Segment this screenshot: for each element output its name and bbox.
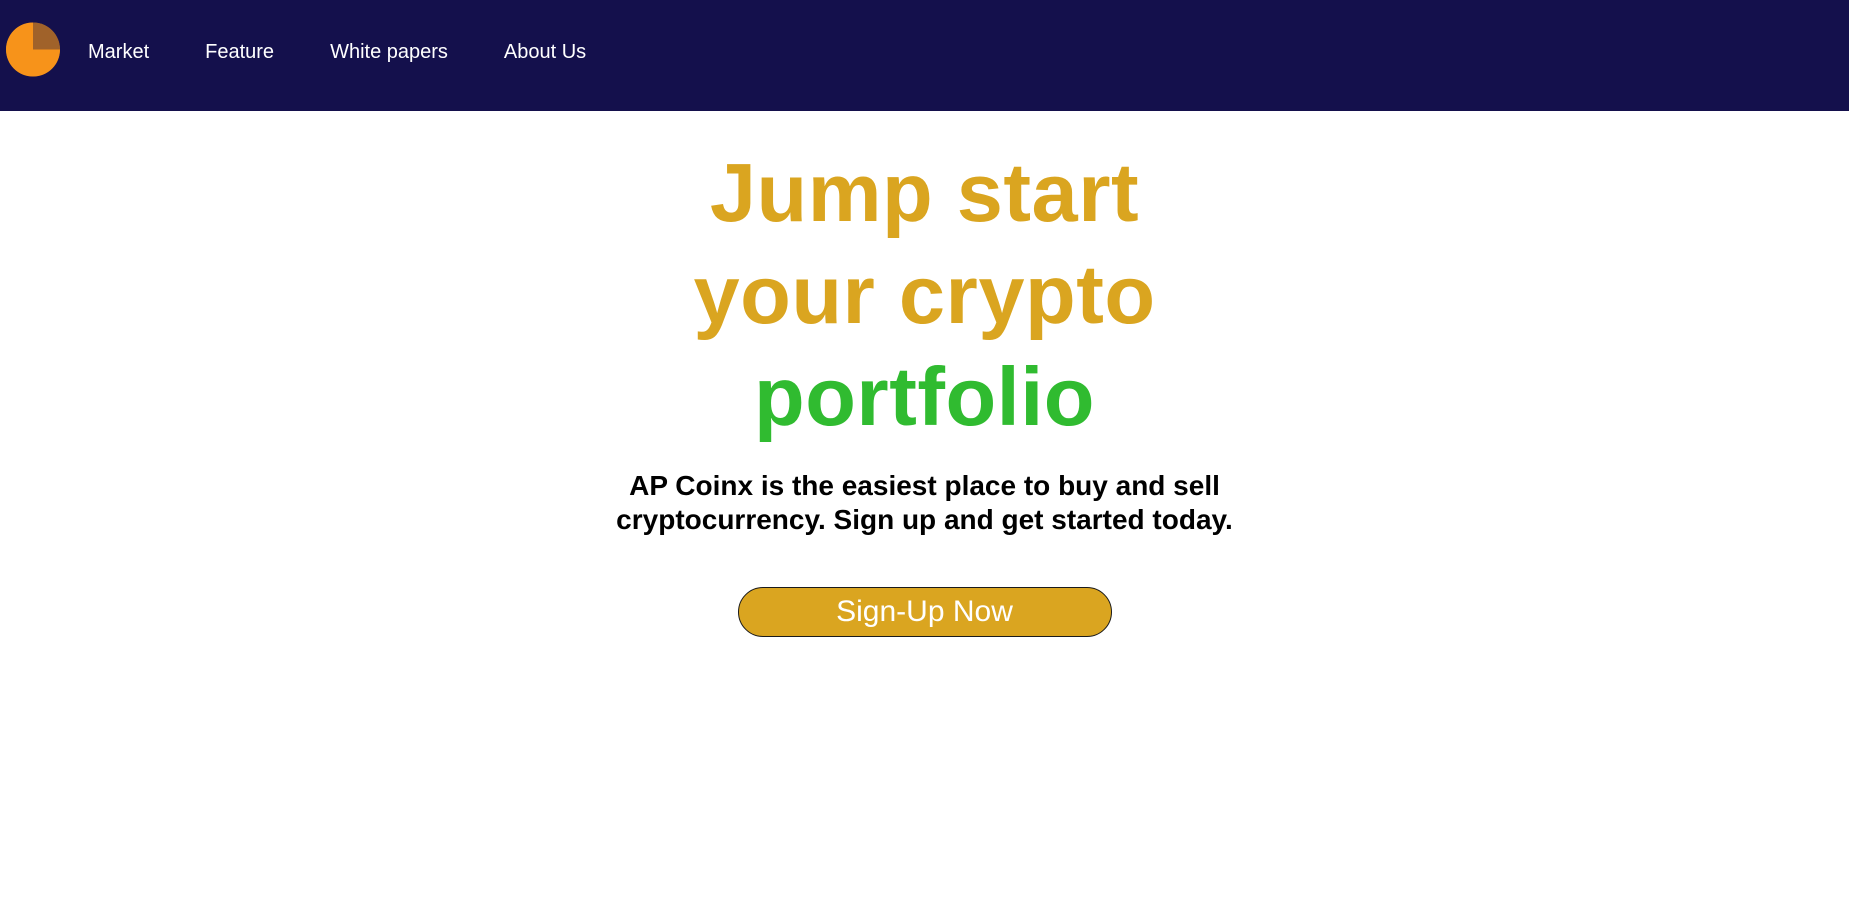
hero-section: Jump start your crypto portfolio AP Coin… [0, 111, 1849, 637]
nav-link-market[interactable]: Market [88, 40, 149, 64]
headline-line-3: portfolio [754, 350, 1095, 443]
nav-link-feature[interactable]: Feature [205, 40, 274, 64]
nav-links: Market Feature White papers About Us [88, 40, 642, 64]
hero-headline: Jump start your crypto portfolio [0, 111, 1849, 448]
coin-logo-icon[interactable] [3, 22, 63, 77]
top-navbar: Market Feature White papers About Us [0, 0, 1849, 111]
hero-subtitle: AP Coinx is the easiest place to buy and… [616, 470, 1233, 535]
nav-link-about-us[interactable]: About Us [504, 40, 586, 64]
sign-up-button[interactable]: Sign-Up Now [737, 587, 1112, 637]
headline-line-2: your crypto [693, 248, 1156, 341]
headline-line-1: Jump start [709, 146, 1140, 239]
nav-link-white-papers[interactable]: White papers [330, 40, 448, 64]
